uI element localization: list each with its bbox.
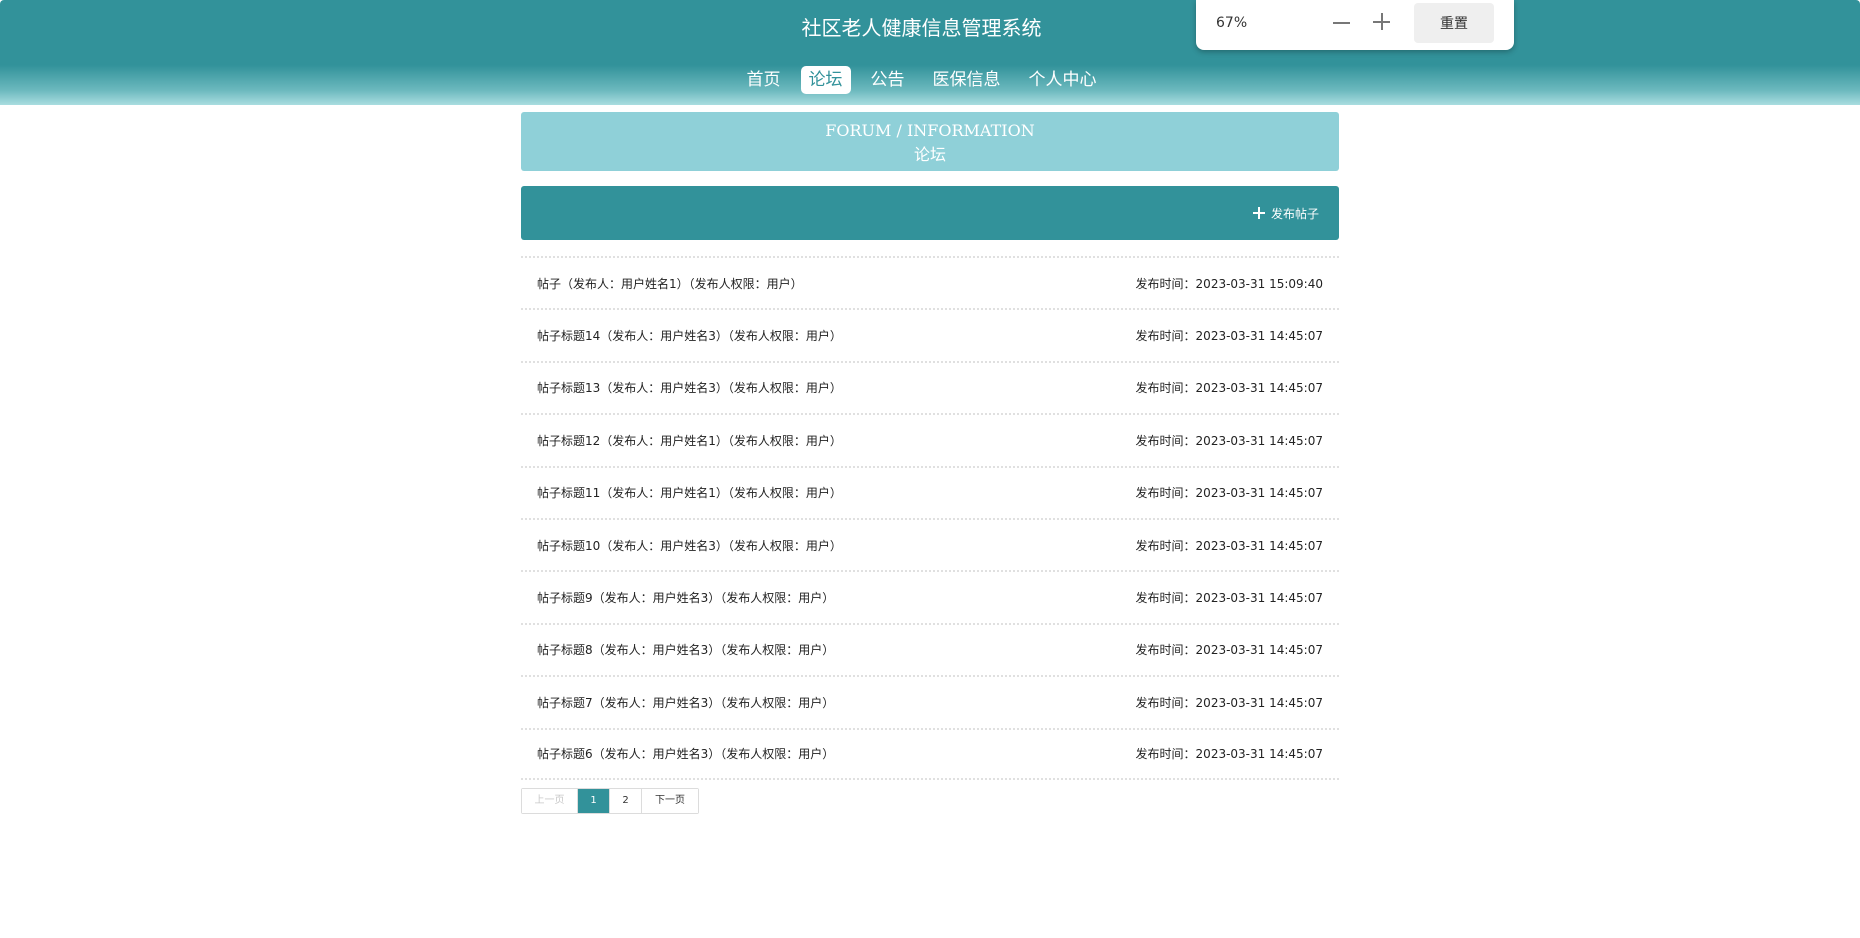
page-button-1[interactable]: 1 (578, 789, 610, 813)
post-time: 发布时间：2023-03-31 14:45:07 (1135, 591, 1323, 606)
post-title: 帖子标题14（发布人：用户姓名3）（发布人权限：用户） (537, 329, 842, 344)
post-time: 发布时间：2023-03-31 14:45:07 (1135, 486, 1323, 501)
post-time: 发布时间：2023-03-31 14:45:07 (1135, 381, 1323, 396)
minus-icon[interactable] (1333, 22, 1350, 24)
post-title: 帖子标题9（发布人：用户姓名3）（发布人权限：用户） (537, 591, 835, 606)
main-nav: 首页 论坛 公告 医保信息 个人中心 (0, 66, 1843, 94)
post-time: 发布时间：2023-03-31 14:45:07 (1135, 643, 1323, 658)
publish-post-button[interactable]: 发布帖子 (1252, 201, 1319, 225)
post-time: 发布时间：2023-03-31 14:45:07 (1135, 747, 1323, 762)
post-title: 帖子标题12（发布人：用户姓名1）（发布人权限：用户） (537, 433, 842, 448)
post-title: 帖子标题13（发布人：用户姓名3）（发布人权限：用户） (537, 381, 842, 396)
nav-item-announcement[interactable]: 公告 (863, 66, 913, 94)
page-banner: FORUM / INFORMATION 论坛 (521, 112, 1339, 171)
post-time: 发布时间：2023-03-31 14:45:07 (1135, 538, 1323, 553)
zoom-popup: 67% 重置 (1196, 0, 1514, 50)
list-item[interactable]: 帖子标题10（发布人：用户姓名3）（发布人权限：用户） 发布时间：2023-03… (521, 517, 1339, 570)
nav-item-insurance[interactable]: 医保信息 (925, 66, 1009, 94)
banner-title-cn: 论坛 (913, 145, 946, 164)
list-item[interactable]: 帖子标题9（发布人：用户姓名3）（发布人权限：用户） 发布时间：2023-03-… (521, 570, 1339, 622)
list-item[interactable]: 帖子标题7（发布人：用户姓名3）（发布人权限：用户） 发布时间：2023-03-… (521, 675, 1339, 727)
banner-title-en: FORUM / INFORMATION (825, 121, 1035, 140)
prev-page-button[interactable]: 上一页 (522, 789, 578, 813)
zoom-level: 67% (1216, 15, 1248, 31)
list-item[interactable]: 帖子标题6（发布人：用户姓名3）（发布人权限：用户） 发布时间：2023-03-… (521, 727, 1339, 780)
post-time: 发布时间：2023-03-31 15:09:40 (1135, 276, 1323, 291)
post-list: 帖子（发布人：用户姓名1）（发布人权限：用户） 发布时间：2023-03-31 … (521, 256, 1339, 780)
nav-item-forum[interactable]: 论坛 (800, 66, 851, 94)
list-item[interactable]: 帖子标题8（发布人：用户姓名3）（发布人权限：用户） 发布时间：2023-03-… (521, 622, 1339, 675)
list-item[interactable]: 帖子标题11（发布人：用户姓名1）（发布人权限：用户） 发布时间：2023-03… (521, 465, 1339, 518)
plus-icon[interactable] (1372, 12, 1392, 32)
header-bar: 社区老人健康信息管理系统 首页 论坛 公告 医保信息 个人中心 (0, 0, 1860, 105)
publish-post-label: 发布帖子 (1270, 206, 1319, 221)
post-time: 发布时间：2023-03-31 14:45:07 (1135, 433, 1323, 448)
post-title: 帖子标题7（发布人：用户姓名3）（发布人权限：用户） (537, 695, 835, 710)
list-item[interactable]: 帖子（发布人：用户姓名1）（发布人权限：用户） 发布时间：2023-03-31 … (521, 256, 1339, 308)
list-item[interactable]: 帖子标题12（发布人：用户姓名1）（发布人权限：用户） 发布时间：2023-03… (521, 413, 1339, 465)
nav-item-profile[interactable]: 个人中心 (1021, 66, 1105, 94)
page-button-2[interactable]: 2 (610, 789, 642, 813)
app-title: 社区老人健康信息管理系统 (801, 16, 1042, 40)
nav-item-home[interactable]: 首页 (739, 66, 789, 94)
post-title: 帖子标题8（发布人：用户姓名3）（发布人权限：用户） (537, 643, 835, 658)
plus-icon (1252, 207, 1265, 219)
post-title: 帖子标题10（发布人：用户姓名3）（发布人权限：用户） (537, 538, 842, 553)
post-title: 帖子标题6（发布人：用户姓名3）（发布人权限：用户） (537, 747, 835, 762)
next-page-button[interactable]: 下一页 (642, 789, 698, 813)
list-item[interactable]: 帖子标题14（发布人：用户姓名3）（发布人权限：用户） 发布时间：2023-03… (521, 308, 1339, 360)
pagination: 上一页 1 2 下一页 (521, 788, 699, 814)
post-title: 帖子（发布人：用户姓名1）（发布人权限：用户） (537, 276, 803, 291)
zoom-reset-button[interactable]: 重置 (1414, 3, 1494, 43)
post-title: 帖子标题11（发布人：用户姓名1）（发布人权限：用户） (537, 486, 842, 501)
post-time: 发布时间：2023-03-31 14:45:07 (1135, 329, 1323, 344)
forum-toolbar: 发布帖子 (521, 186, 1339, 240)
post-time: 发布时间：2023-03-31 14:45:07 (1135, 695, 1323, 710)
list-item[interactable]: 帖子标题13（发布人：用户姓名3）（发布人权限：用户） 发布时间：2023-03… (521, 360, 1339, 413)
